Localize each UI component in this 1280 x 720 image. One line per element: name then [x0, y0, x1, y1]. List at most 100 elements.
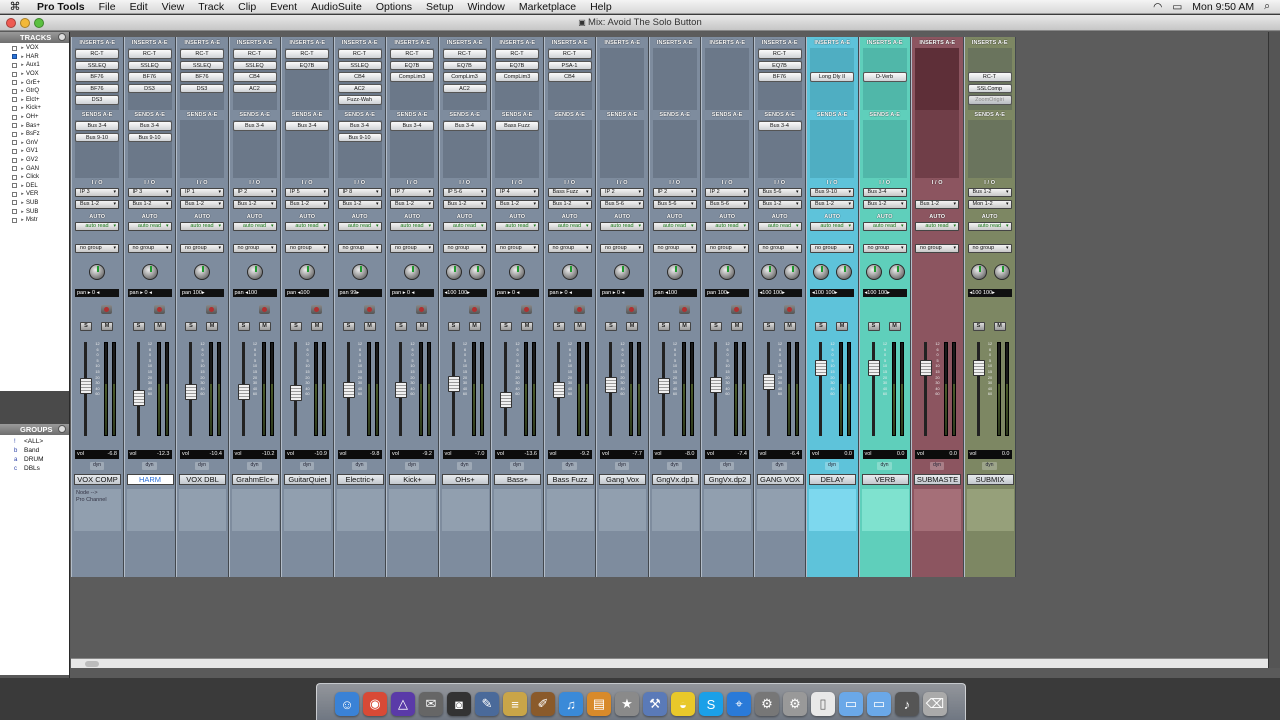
- insert-slot-empty[interactable]: [863, 61, 907, 71]
- insert-slot-empty[interactable]: [968, 49, 1012, 59]
- record-enable-button[interactable]: [258, 305, 270, 314]
- record-enable-button[interactable]: [311, 305, 322, 314]
- track-list-item[interactable]: ▸ Click: [0, 173, 69, 182]
- insert-slot[interactable]: RC-T: [127, 49, 172, 59]
- insert-slot[interactable]: AC2: [337, 83, 382, 93]
- groups-list[interactable]: ! <ALL> b Band a DRUM c DBLs: [0, 435, 69, 675]
- volume-fader[interactable]: [867, 359, 880, 376]
- track-list-item[interactable]: ▸ HAR: [0, 53, 69, 62]
- tracks-list[interactable]: ▸ VOX ▸ HAR ▸ Aux1 ▸ VOX ▸ GrE+ ▸ GtrQ ▸ Elct+ ▸ Kick+ ▸…: [0, 43, 69, 391]
- automation-mode-selector[interactable]: auto read: [337, 222, 382, 231]
- volume-readout[interactable]: vol -10.2: [232, 450, 277, 459]
- volume-fader[interactable]: [762, 374, 775, 390]
- record-enable-button[interactable]: [468, 305, 480, 314]
- track-comments[interactable]: [179, 489, 226, 531]
- xcode-icon[interactable]: ⚒: [643, 692, 667, 716]
- group-selector[interactable]: no group: [915, 244, 959, 253]
- insert-slot[interactable]: CB4: [232, 72, 277, 82]
- record-enable-button[interactable]: [206, 305, 217, 314]
- tracks-list-header[interactable]: TRACKS: [0, 32, 69, 43]
- mute-button[interactable]: M: [258, 322, 271, 331]
- track-list-item[interactable]: ▸ Elct+: [0, 96, 69, 105]
- automation-mode-selector[interactable]: auto read: [757, 222, 802, 231]
- insert-slot[interactable]: EQ7B: [757, 60, 802, 70]
- automation-mode-selector[interactable]: auto read: [180, 222, 224, 231]
- group-list-item[interactable]: ! <ALL>: [0, 437, 69, 446]
- volume-fader[interactable]: [237, 383, 250, 400]
- output-selector[interactable]: Bus 5-6: [600, 200, 644, 209]
- volume-fader[interactable]: [710, 377, 722, 394]
- protools-icon[interactable]: △: [391, 692, 415, 716]
- volume-readout[interactable]: vol -10.4: [180, 450, 224, 459]
- input-selector[interactable]: Bus 3-4: [862, 188, 907, 197]
- track-name-button[interactable]: SUBMIX: [966, 474, 1014, 485]
- insert-slot[interactable]: CB4: [547, 72, 592, 82]
- input-selector[interactable]: Bus 5-6: [757, 188, 802, 197]
- input-selector[interactable]: IP 5-6: [442, 188, 487, 197]
- group-list-item[interactable]: b Band: [0, 446, 69, 455]
- volume-fader[interactable]: [657, 378, 670, 394]
- output-selector[interactable]: Bus 1-2: [915, 200, 959, 209]
- insert-slot[interactable]: EQ7B: [285, 60, 329, 70]
- track-show-toggle[interactable]: [12, 80, 17, 86]
- track-comments[interactable]: [126, 489, 174, 531]
- pan-knob[interactable]: [666, 264, 683, 280]
- insert-slot[interactable]: RC-T: [232, 49, 277, 59]
- input-selector[interactable]: IP 2: [600, 188, 644, 197]
- star-icon[interactable]: ★: [615, 692, 639, 716]
- track-show-toggle[interactable]: [12, 114, 17, 120]
- apple-icon[interactable]: ⌘: [0, 0, 30, 13]
- input-selector[interactable]: IP 5: [285, 188, 329, 197]
- group-selector[interactable]: no group: [285, 244, 329, 253]
- track-show-toggle[interactable]: [12, 174, 17, 180]
- automation-mode-selector[interactable]: auto read: [652, 222, 697, 231]
- track-name-button[interactable]: VOX COMP: [74, 474, 121, 485]
- insert-slot[interactable]: RC-T: [442, 49, 487, 59]
- record-enable-button[interactable]: [416, 305, 427, 314]
- solo-button[interactable]: S: [815, 322, 827, 331]
- insert-slot[interactable]: RC-T: [285, 49, 329, 59]
- insert-slot[interactable]: SSLComp: [967, 83, 1012, 93]
- insert-slot[interactable]: BF76: [75, 83, 119, 93]
- insert-slot[interactable]: RC-T: [547, 49, 592, 59]
- track-name-button[interactable]: Kick+: [389, 474, 436, 485]
- pan-knob[interactable]: [404, 264, 420, 280]
- menu-file[interactable]: File: [92, 1, 123, 13]
- track-show-toggle[interactable]: [12, 71, 17, 77]
- insert-slot[interactable]: ZoomOrigiri: [967, 95, 1012, 105]
- track-list-item[interactable]: ▸ Kick+: [0, 104, 69, 113]
- track-name-button[interactable]: GuitarQuiet: [284, 474, 331, 485]
- solo-button[interactable]: S: [605, 322, 617, 331]
- insert-slot[interactable]: SSLEQ: [75, 60, 119, 70]
- send-slot[interactable]: Bus 3-4: [232, 121, 277, 131]
- pan-knob-left[interactable]: [813, 264, 829, 280]
- insert-slot[interactable]: SSLEQ: [337, 60, 382, 70]
- output-selector[interactable]: Bus 5-6: [705, 200, 749, 209]
- mute-button[interactable]: M: [888, 322, 901, 331]
- scroll-thumb[interactable]: [85, 661, 99, 667]
- insert-slot[interactable]: RC-T: [967, 72, 1012, 82]
- track-list-item[interactable]: ▸ Bas+: [0, 121, 69, 130]
- output-selector[interactable]: Bus 5-6: [652, 200, 697, 209]
- volume-readout[interactable]: vol -9.2: [390, 450, 434, 459]
- track-name-button[interactable]: Bass+: [494, 474, 541, 485]
- track-name-button[interactable]: GngVx.dp2: [704, 474, 751, 485]
- record-enable-button[interactable]: [626, 305, 637, 314]
- track-name-button[interactable]: Gang Vox: [599, 474, 646, 485]
- solo-button[interactable]: S: [500, 322, 512, 331]
- volume-readout[interactable]: vol -13.6: [495, 450, 539, 459]
- track-comments[interactable]: [284, 489, 331, 531]
- pan-knob[interactable]: [509, 264, 525, 280]
- horizontal-scrollbar[interactable]: [71, 658, 1268, 668]
- volume-readout[interactable]: vol -6.4: [757, 450, 802, 459]
- automation-mode-selector[interactable]: auto read: [967, 222, 1012, 231]
- volume-readout[interactable]: vol -8.0: [652, 450, 697, 459]
- send-slot[interactable]: Bus 9-10: [75, 132, 119, 142]
- output-selector[interactable]: Bus 1-2: [180, 200, 224, 209]
- track-comments[interactable]: [546, 489, 594, 531]
- input-selector[interactable]: IP 1: [180, 188, 224, 197]
- track-name-button[interactable]: DELAY: [809, 474, 856, 485]
- volume-readout[interactable]: vol -7.7: [600, 450, 644, 459]
- wifi-icon[interactable]: ◠: [1153, 1, 1162, 13]
- volume-readout[interactable]: vol -7.4: [705, 450, 749, 459]
